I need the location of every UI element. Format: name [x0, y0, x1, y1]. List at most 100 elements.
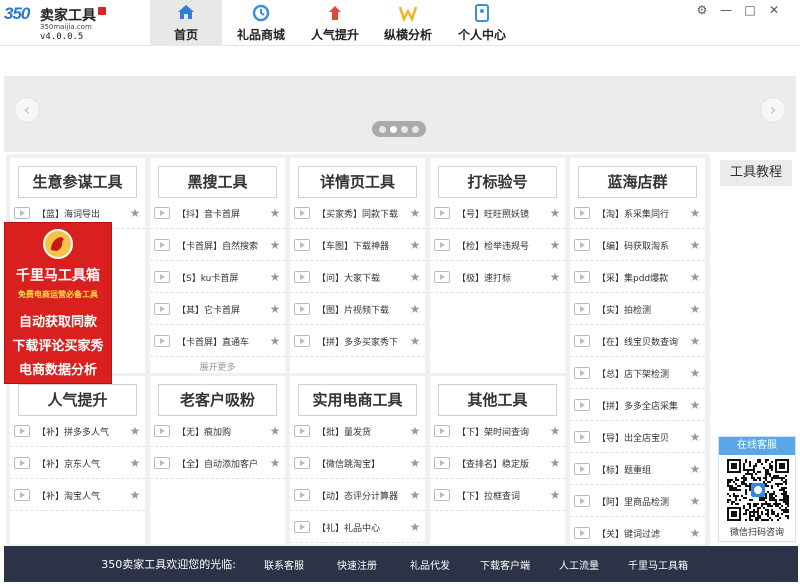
tool-item[interactable]: 【采】集pdd爆款 ★: [570, 262, 705, 293]
favorite-star-icon[interactable]: ★: [408, 520, 422, 534]
tool-item[interactable]: 【补】京东人气 ★: [10, 448, 145, 479]
footer-link[interactable]: 人工流量: [546, 557, 612, 572]
video-play-icon[interactable]: [434, 239, 450, 251]
video-play-icon[interactable]: [294, 521, 310, 533]
expand-more-link[interactable]: 展开更多: [150, 360, 285, 373]
video-play-icon[interactable]: [294, 271, 310, 283]
favorite-star-icon[interactable]: ★: [548, 238, 562, 252]
favorite-star-icon[interactable]: ★: [268, 206, 282, 220]
tool-item[interactable]: 【拼】多多全店采集 ★: [570, 390, 705, 421]
favorite-star-icon[interactable]: ★: [688, 238, 702, 252]
tool-item-label[interactable]: 【总】店下架检测: [597, 367, 688, 380]
slider-dot[interactable]: [379, 125, 386, 133]
video-play-icon[interactable]: [294, 207, 310, 219]
favorite-star-icon[interactable]: ★: [268, 270, 282, 284]
tool-item-label[interactable]: 【阿】里商品检测: [597, 495, 688, 508]
video-play-icon[interactable]: [294, 239, 310, 251]
favorite-star-icon[interactable]: ★: [688, 302, 702, 316]
tool-item[interactable]: 【S】ku卡首屏 ★: [150, 262, 285, 293]
video-play-icon[interactable]: [294, 489, 310, 501]
favorite-star-icon[interactable]: ★: [128, 456, 142, 470]
tool-item-label[interactable]: 【标】题重组: [597, 463, 688, 476]
tool-item[interactable]: 【编】码获取淘系 ★: [570, 230, 705, 261]
favorite-star-icon[interactable]: ★: [688, 430, 702, 444]
video-play-icon[interactable]: [434, 457, 450, 469]
favorite-star-icon[interactable]: ★: [548, 270, 562, 284]
tool-item-label[interactable]: 【抖】音卡首屏: [177, 207, 268, 220]
video-play-icon[interactable]: [14, 489, 30, 501]
video-play-icon[interactable]: [294, 303, 310, 315]
tool-item[interactable]: 【关】键词过滤 ★: [570, 518, 705, 549]
tool-item[interactable]: 【淘】系采集同行 ★: [570, 198, 705, 229]
tab-popularity[interactable]: 人气提升: [300, 0, 370, 46]
tool-item-label[interactable]: 【极】速打标: [457, 271, 548, 284]
tool-item[interactable]: 【导】出全店宝贝 ★: [570, 422, 705, 453]
tool-item-label[interactable]: 【卡首屏】自然搜索: [177, 239, 268, 252]
tool-item-label[interactable]: 【实】拍检测: [597, 303, 688, 316]
favorite-star-icon[interactable]: ★: [408, 302, 422, 316]
tool-item[interactable]: 【车图】下载神器 ★: [290, 230, 425, 261]
slider-next-button[interactable]: ›: [760, 97, 786, 123]
tool-item-label[interactable]: 【卡首屏】直通车: [177, 335, 268, 348]
slider-dot[interactable]: [390, 125, 397, 133]
favorite-star-icon[interactable]: ★: [688, 526, 702, 540]
tool-item[interactable]: 【补】拼多多人气 ★: [10, 416, 145, 447]
video-play-icon[interactable]: [574, 527, 590, 539]
footer-link[interactable]: 联系客服: [250, 557, 318, 572]
tool-item-label[interactable]: 【其】它卡首屏: [177, 303, 268, 316]
video-play-icon[interactable]: [574, 207, 590, 219]
tool-item[interactable]: 【下】拉框查词 ★: [430, 480, 565, 511]
video-play-icon[interactable]: [574, 303, 590, 315]
favorite-star-icon[interactable]: ★: [408, 424, 422, 438]
video-play-icon[interactable]: [154, 207, 170, 219]
tool-item-label[interactable]: 【动】态评分计算器: [317, 489, 408, 502]
tool-item[interactable]: 【查排名】稳定版 ★: [430, 448, 565, 479]
video-play-icon[interactable]: [574, 431, 590, 443]
tool-item-label[interactable]: 【拼】多多全店采集: [597, 399, 688, 412]
tool-item-label[interactable]: 【查排名】稳定版: [457, 457, 548, 470]
tab-personal-center[interactable]: 个人中心: [446, 0, 518, 46]
tool-item-label[interactable]: 【导】出全店宝贝: [597, 431, 688, 444]
tool-tutorial-button[interactable]: 工具教程: [720, 160, 792, 186]
slider-dot[interactable]: [412, 125, 419, 133]
video-play-icon[interactable]: [574, 271, 590, 283]
favorite-star-icon[interactable]: ★: [408, 270, 422, 284]
tool-item-label[interactable]: 【采】集pdd爆款: [597, 271, 688, 284]
favorite-star-icon[interactable]: ★: [688, 398, 702, 412]
favorite-star-icon[interactable]: ★: [548, 488, 562, 502]
tool-item[interactable]: 【号】旺旺照妖镜 ★: [430, 198, 565, 229]
favorite-star-icon[interactable]: ★: [688, 366, 702, 380]
favorite-star-icon[interactable]: ★: [688, 462, 702, 476]
tool-item[interactable]: 【礼】礼品中心 ★: [290, 512, 425, 543]
favorite-star-icon[interactable]: ★: [408, 238, 422, 252]
tool-item[interactable]: 【动】态评分计算器 ★: [290, 480, 425, 511]
video-play-icon[interactable]: [14, 457, 30, 469]
tool-item-label[interactable]: 【号】旺旺照妖镜: [457, 207, 548, 220]
tool-item[interactable]: 【微信跳淘宝】 ★: [290, 448, 425, 479]
tool-item-label[interactable]: 【下】架时间查询: [457, 425, 548, 438]
video-play-icon[interactable]: [434, 489, 450, 501]
tool-item[interactable]: 【买家秀】同款下载 ★: [290, 198, 425, 229]
footer-link[interactable]: 下载客户端: [464, 557, 546, 572]
favorite-star-icon[interactable]: ★: [128, 206, 142, 220]
tool-item[interactable]: 【实】拍检测 ★: [570, 294, 705, 325]
favorite-star-icon[interactable]: ★: [548, 456, 562, 470]
tool-item-label[interactable]: 【检】检举违规号: [457, 239, 548, 252]
tool-item-label[interactable]: 【补】淘宝人气: [37, 489, 128, 502]
favorite-star-icon[interactable]: ★: [688, 334, 702, 348]
tool-item-label[interactable]: 【下】拉框查词: [457, 489, 548, 502]
favorite-star-icon[interactable]: ★: [268, 238, 282, 252]
video-play-icon[interactable]: [574, 399, 590, 411]
settings-icon[interactable]: ⚙: [692, 2, 712, 18]
tool-item-label[interactable]: 【补】拼多多人气: [37, 425, 128, 438]
slider-prev-button[interactable]: ‹: [14, 97, 40, 123]
tool-item-label[interactable]: 【关】键词过滤: [597, 527, 688, 540]
tool-item[interactable]: 【问】大家下载 ★: [290, 262, 425, 293]
tool-item[interactable]: 【在】线宝贝数查询 ★: [570, 326, 705, 357]
favorite-star-icon[interactable]: ★: [408, 206, 422, 220]
favorite-star-icon[interactable]: ★: [268, 334, 282, 348]
video-play-icon[interactable]: [14, 207, 30, 219]
favorite-star-icon[interactable]: ★: [688, 206, 702, 220]
tool-item[interactable]: 【抖】音卡首屏 ★: [150, 198, 285, 229]
tab-gift-mall[interactable]: 礼品商城: [222, 0, 300, 46]
